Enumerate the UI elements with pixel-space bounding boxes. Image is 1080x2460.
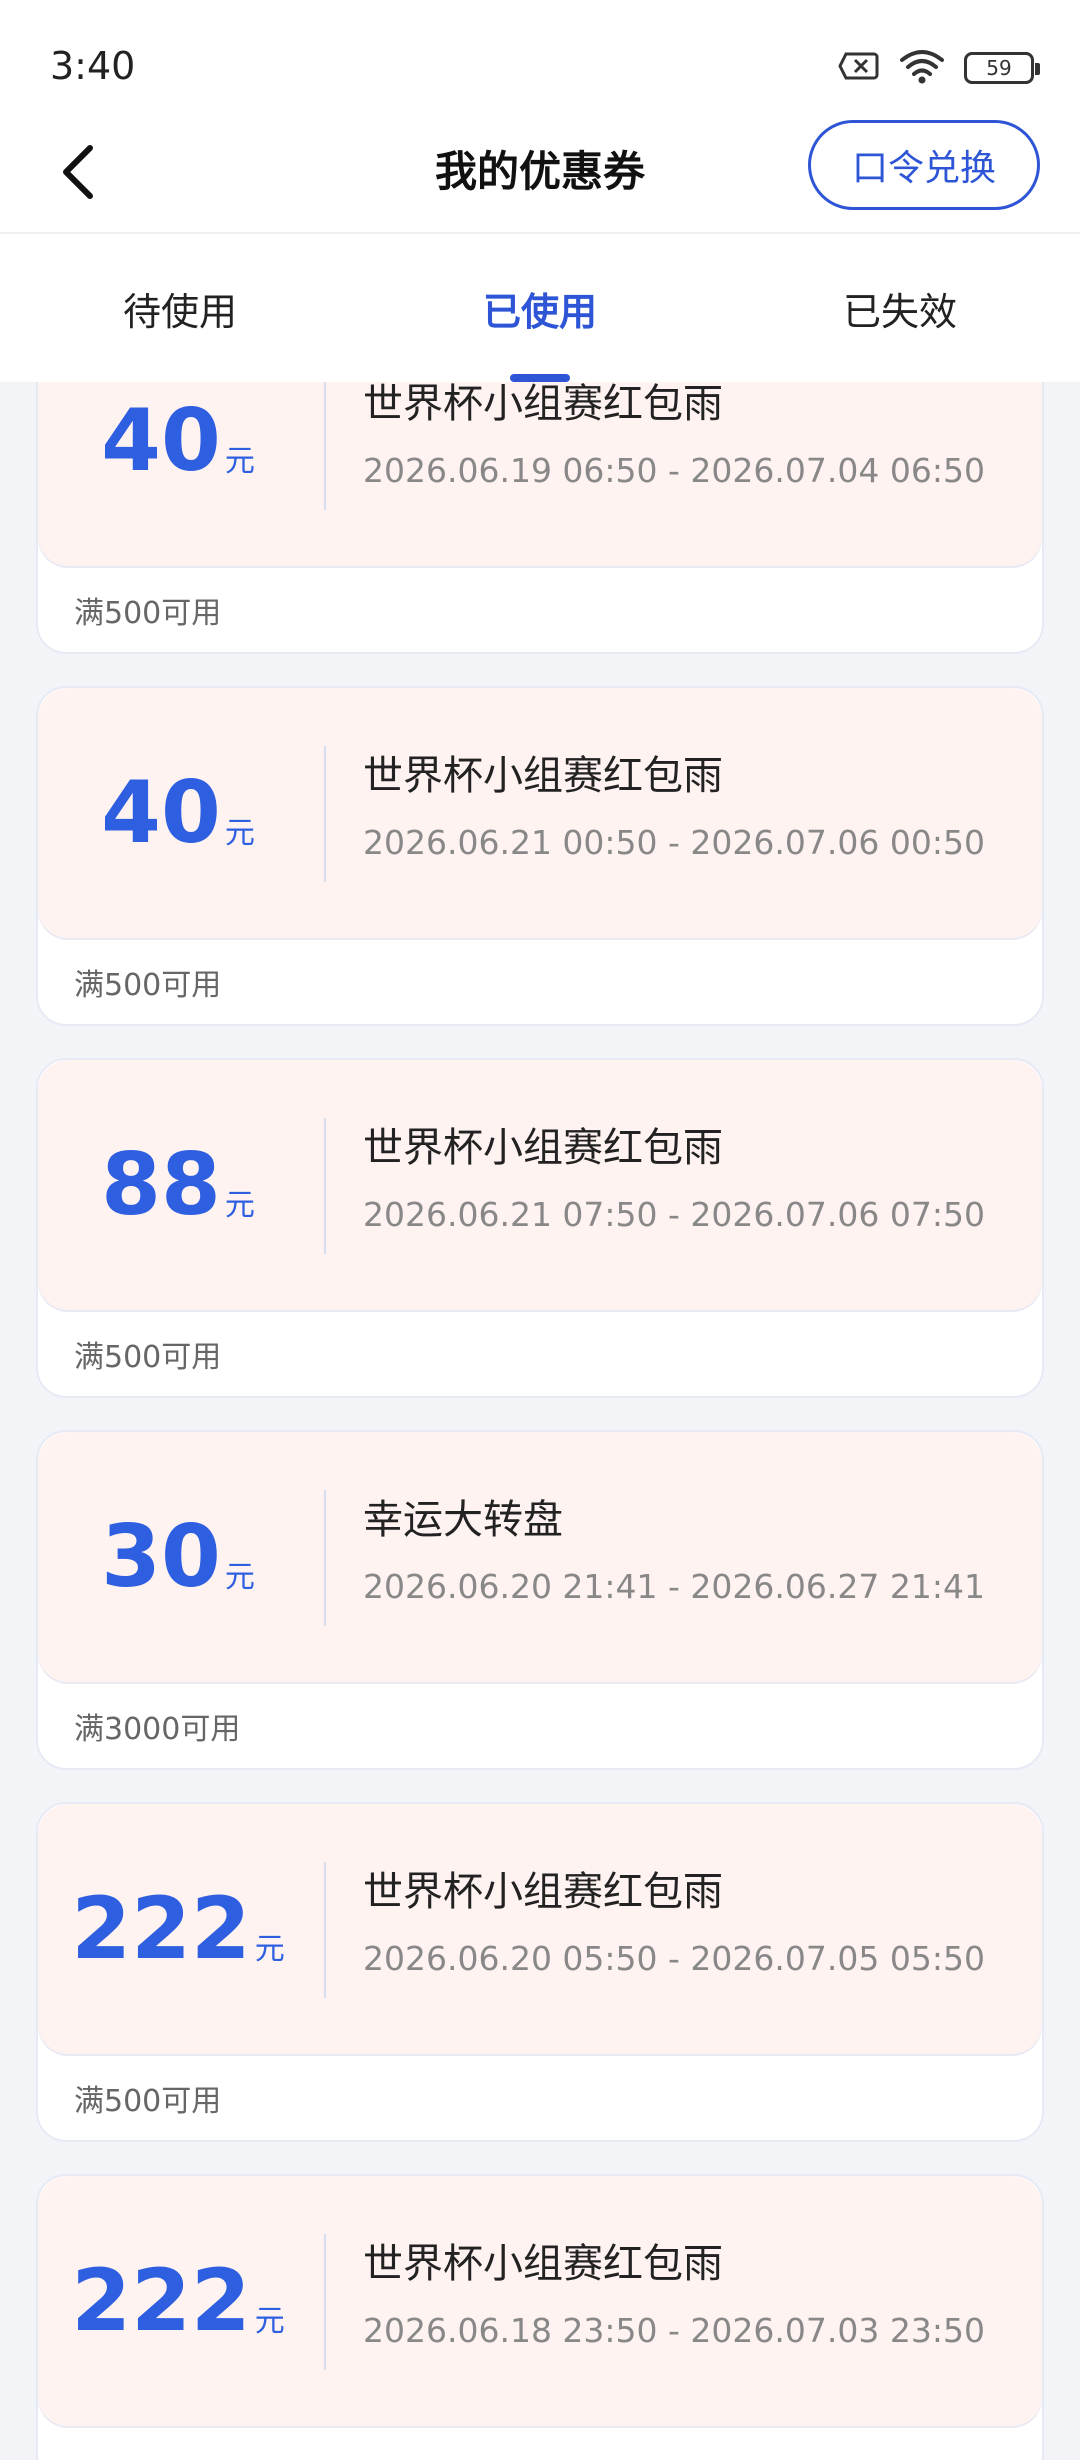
coupon-name: 幸运大转盘 [363, 1497, 563, 1543]
coupon-main: 88 元 世界杯小组赛红包雨 2026.06.21 07:50 - 2026.0… [38, 1060, 1042, 1310]
redeem-code-button[interactable]: 口令兑换 [808, 120, 1040, 210]
wifi-icon [898, 48, 946, 88]
coupon-amount-value: 222 [71, 2251, 251, 2351]
coupon-name: 世界杯小组赛红包雨 [363, 753, 723, 799]
coupon-condition: 满500可用 [74, 596, 222, 631]
coupon-amount: 40 元 [38, 382, 318, 566]
coupon-divider [324, 2234, 326, 2370]
coupon-validity: 2026.06.20 21:41 - 2026.06.27 21:41 [363, 1567, 985, 1606]
coupon-divider [324, 1118, 326, 1254]
coupon-validity: 2026.06.18 23:50 - 2026.07.03 23:50 [363, 2311, 985, 2350]
coupon-amount-unit: 元 [224, 816, 255, 851]
coupon-divider [324, 1490, 326, 1626]
coupon-main: 40 元 世界杯小组赛红包雨 2026.06.19 06:50 - 2026.0… [38, 382, 1042, 566]
tab-label: 已失效 [842, 289, 957, 334]
coupon-divider [324, 1862, 326, 1998]
top-bar: 3:40 59 我的优惠券 口令兑换 [0, 0, 1080, 232]
status-icons: 59 [838, 48, 1040, 88]
coupon-divider [324, 382, 326, 510]
coupon-name: 世界杯小组赛红包雨 [363, 1125, 723, 1171]
battery-icon: 59 [964, 52, 1040, 84]
coupon-main: 40 元 世界杯小组赛红包雨 2026.06.21 00:50 - 2026.0… [38, 688, 1042, 938]
battery-level: 59 [986, 56, 1012, 80]
tab-label: 待使用 [122, 289, 237, 334]
coupon-amount-unit: 元 [224, 444, 255, 479]
coupon-card[interactable]: 222 元 世界杯小组赛红包雨 2026.06.20 05:50 - 2026.… [36, 1802, 1044, 2142]
coupon-condition: 满500可用 [74, 1340, 222, 1375]
tab-label: 已使用 [482, 289, 597, 334]
coupon-card[interactable]: 88 元 世界杯小组赛红包雨 2026.06.21 07:50 - 2026.0… [36, 1058, 1044, 1398]
coupon-divider [324, 746, 326, 882]
coupon-card[interactable]: 40 元 世界杯小组赛红包雨 2026.06.19 06:50 - 2026.0… [36, 382, 1044, 654]
coupon-amount-value: 40 [101, 391, 221, 491]
coupon-amount-value: 40 [101, 763, 221, 863]
coupon-validity: 2026.06.20 05:50 - 2026.07.05 05:50 [363, 1939, 985, 1978]
coupon-card[interactable]: 30 元 幸运大转盘 2026.06.20 21:41 - 2026.06.27… [36, 1430, 1044, 1770]
coupon-amount: 40 元 [38, 688, 318, 938]
tab-expired[interactable]: 已失效 [720, 234, 1080, 382]
divider [0, 232, 1080, 234]
coupon-amount-unit: 元 [254, 1932, 285, 1967]
coupon-amount-value: 88 [101, 1135, 221, 1235]
coupon-condition: 满3000可用 [74, 1712, 241, 1747]
coupon-amount-unit: 元 [224, 1560, 255, 1595]
tab-indicator [510, 374, 570, 382]
tab-bar: 待使用 已使用 已失效 [0, 234, 1080, 382]
sim-blocked-icon [838, 50, 880, 86]
status-time: 3:40 [50, 44, 136, 88]
status-bar: 3:40 59 [0, 0, 1080, 110]
coupon-main: 222 元 世界杯小组赛红包雨 2026.06.20 05:50 - 2026.… [38, 1804, 1042, 2054]
coupon-card[interactable]: 222 元 世界杯小组赛红包雨 2026.06.18 23:50 - 2026.… [36, 2174, 1044, 2460]
coupon-name: 世界杯小组赛红包雨 [363, 382, 723, 427]
coupon-amount: 30 元 [38, 1432, 318, 1682]
nav-bar: 我的优惠券 口令兑换 [0, 110, 1080, 234]
coupon-main: 222 元 世界杯小组赛红包雨 2026.06.18 23:50 - 2026.… [38, 2176, 1042, 2426]
coupon-list[interactable]: 40 元 世界杯小组赛红包雨 2026.06.19 06:50 - 2026.0… [0, 382, 1080, 2460]
coupon-card[interactable]: 40 元 世界杯小组赛红包雨 2026.06.21 00:50 - 2026.0… [36, 686, 1044, 1026]
coupon-name: 世界杯小组赛红包雨 [363, 2241, 723, 2287]
coupon-amount-unit: 元 [254, 2304, 285, 2339]
coupon-condition: 满500可用 [74, 2084, 222, 2119]
coupon-amount-unit: 元 [224, 1188, 255, 1223]
coupon-validity: 2026.06.19 06:50 - 2026.07.04 06:50 [363, 451, 985, 490]
tab-unused[interactable]: 待使用 [0, 234, 360, 382]
coupon-amount-value: 30 [101, 1507, 221, 1607]
coupon-validity: 2026.06.21 07:50 - 2026.07.06 07:50 [363, 1195, 985, 1234]
coupon-amount-value: 222 [71, 1879, 251, 1979]
tab-used[interactable]: 已使用 [360, 234, 720, 382]
coupon-amount: 88 元 [38, 1060, 318, 1310]
coupon-condition: 满500可用 [74, 968, 222, 1003]
coupon-validity: 2026.06.21 00:50 - 2026.07.06 00:50 [363, 823, 985, 862]
coupon-amount: 222 元 [38, 2176, 318, 2426]
coupon-name: 世界杯小组赛红包雨 [363, 1869, 723, 1915]
coupon-main: 30 元 幸运大转盘 2026.06.20 21:41 - 2026.06.27… [38, 1432, 1042, 1682]
coupon-amount: 222 元 [38, 1804, 318, 2054]
